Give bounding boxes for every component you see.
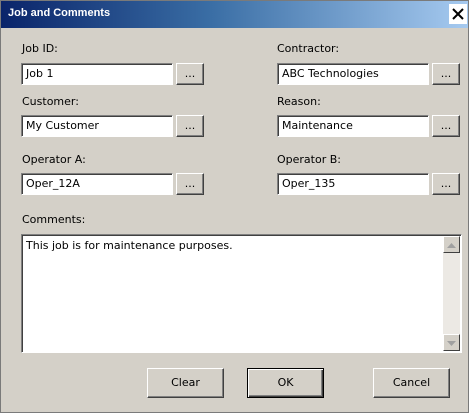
customer-label: Customer: <box>22 95 79 108</box>
ok-button[interactable]: OK <box>247 368 324 398</box>
close-button[interactable] <box>449 4 467 24</box>
dialog-window: Job and Comments Job ID: Job 1 ... Contr… <box>0 0 469 413</box>
reason-label: Reason: <box>277 95 321 108</box>
contractor-field[interactable]: ABC Technologies <box>277 63 429 85</box>
job-id-label: Job ID: <box>22 42 58 55</box>
cancel-button[interactable]: Cancel <box>373 368 450 398</box>
arrow-up-icon <box>447 238 456 251</box>
scroll-down-button[interactable] <box>443 334 460 351</box>
window-title: Job and Comments <box>8 7 111 19</box>
operator-b-field[interactable]: Oper_135 <box>277 173 429 195</box>
title-bar: Job and Comments <box>1 1 468 28</box>
reason-browse-button[interactable]: ... <box>432 115 460 137</box>
clear-button[interactable]: Clear <box>147 368 224 398</box>
job-id-field[interactable]: Job 1 <box>21 63 173 85</box>
scroll-up-button[interactable] <box>443 236 460 253</box>
job-id-browse-button[interactable]: ... <box>176 63 204 85</box>
operator-a-label: Operator A: <box>22 153 86 166</box>
comments-text: This job is for maintenance purposes. <box>26 239 233 252</box>
operator-b-label: Operator B: <box>277 153 341 166</box>
customer-browse-button[interactable]: ... <box>176 115 204 137</box>
operator-a-field[interactable]: Oper_12A <box>21 173 173 195</box>
arrow-down-icon <box>447 336 456 349</box>
comments-label: Comments: <box>22 213 86 226</box>
close-icon <box>452 8 464 20</box>
reason-field[interactable]: Maintenance <box>277 115 429 137</box>
comments-scrollbar[interactable] <box>443 236 460 351</box>
comments-textarea[interactable]: This job is for maintenance purposes. <box>21 234 462 353</box>
operator-b-browse-button[interactable]: ... <box>432 173 460 195</box>
contractor-browse-button[interactable]: ... <box>432 63 460 85</box>
contractor-label: Contractor: <box>277 42 340 55</box>
operator-a-browse-button[interactable]: ... <box>176 173 204 195</box>
customer-field[interactable]: My Customer <box>21 115 173 137</box>
